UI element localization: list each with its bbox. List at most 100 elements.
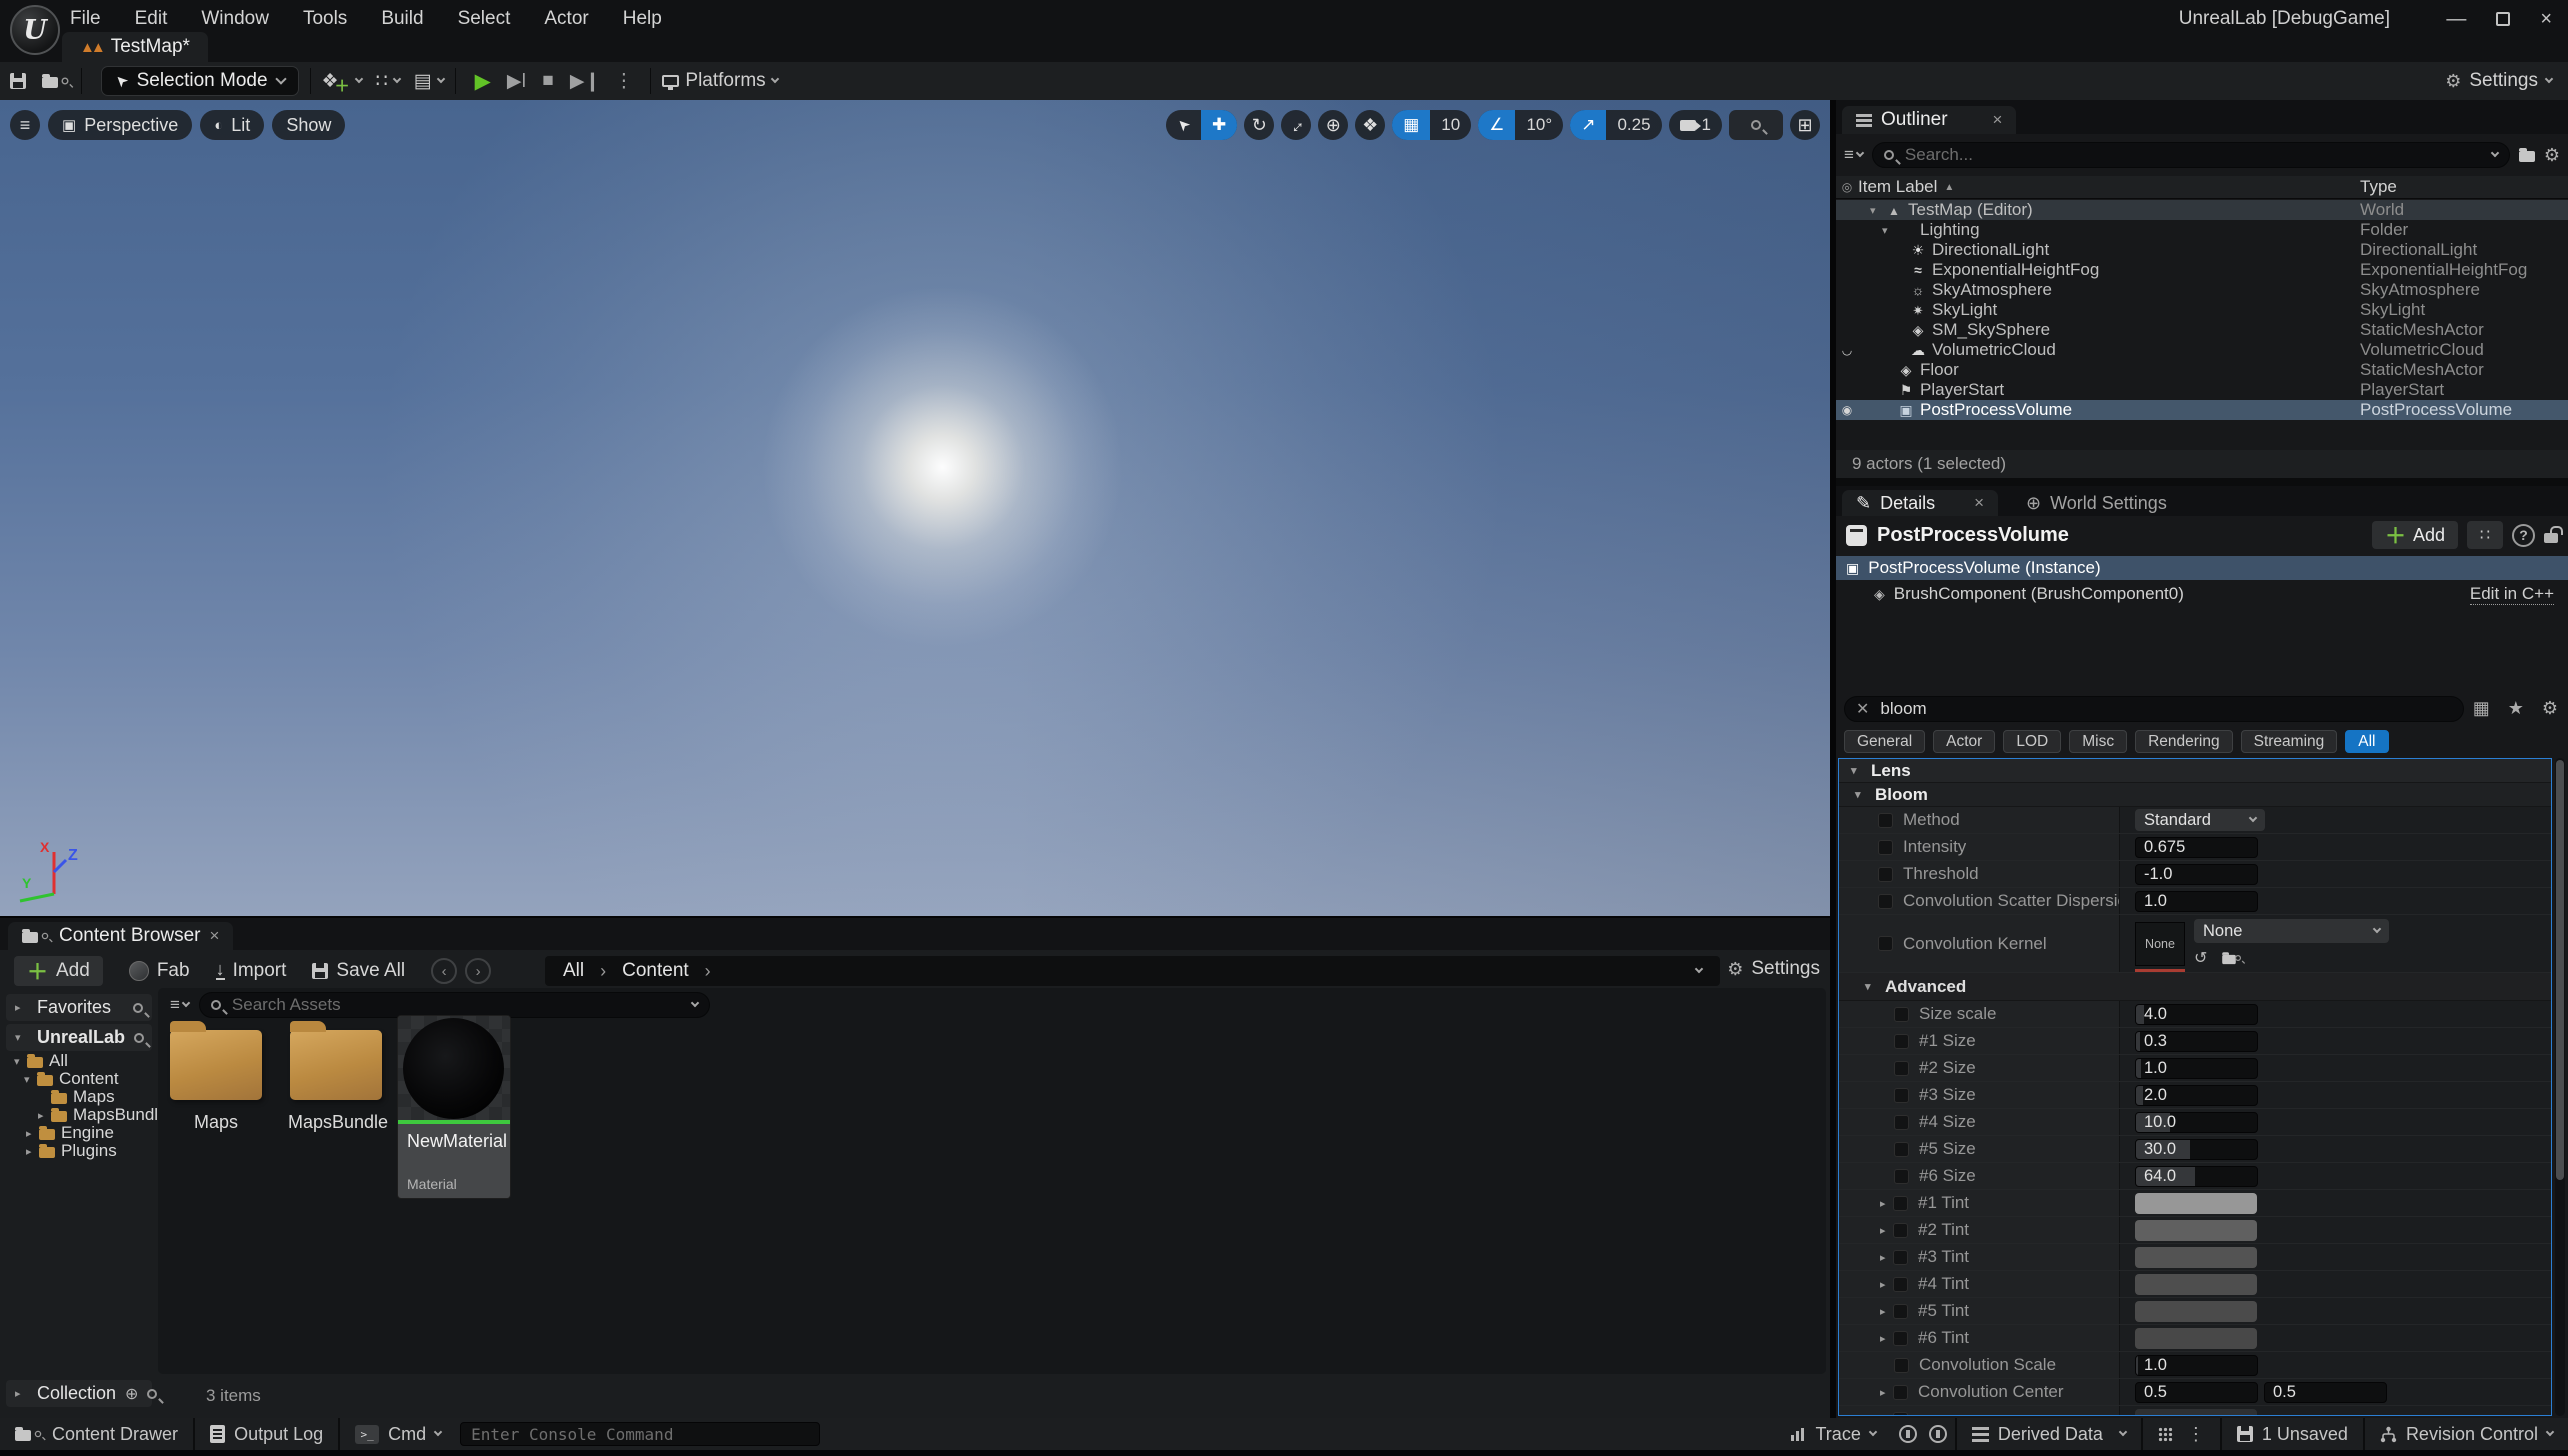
color-swatch[interactable]	[2135, 1274, 2257, 1295]
content-drawer-button[interactable]: Content Drawer	[0, 1418, 193, 1450]
grid-snap-value[interactable]: 10	[1430, 110, 1471, 140]
derived-data-dropdown[interactable]: Derived Data	[1957, 1418, 2141, 1450]
project-root-header[interactable]: ▾UnrealLab	[6, 1024, 152, 1051]
favorites-header[interactable]: ▸Favorites	[6, 994, 152, 1021]
outliner-row[interactable]: ExponentialHeightFog ExponentialHeightFo…	[1836, 260, 2568, 280]
folder-tree-item[interactable]: ▾ Content	[6, 1070, 152, 1088]
save-button[interactable]	[10, 73, 26, 89]
kernel-thumbnail[interactable]: None	[2135, 922, 2185, 966]
numeric-slider-input[interactable]: 2.0	[2135, 1085, 2258, 1106]
menu-item[interactable]: Tools	[303, 8, 347, 30]
forward-button[interactable]: ›	[465, 958, 491, 984]
folder-tree-item[interactable]: Maps	[6, 1088, 152, 1106]
numeric-slider-input[interactable]: 10.0	[2135, 1112, 2258, 1133]
unsaved-button[interactable]: 1 Unsaved	[2222, 1418, 2363, 1450]
grid-snap-toggle[interactable]: ▦	[1392, 110, 1430, 140]
folder-tree-item[interactable]: ▸ Engine	[6, 1124, 152, 1142]
filter-tab[interactable]: Actor	[1933, 730, 1995, 753]
numeric-slider-input[interactable]: 30.0	[2135, 1139, 2258, 1160]
override-checkbox[interactable]	[1878, 936, 1893, 951]
more-options-icon[interactable]: ⋮	[2187, 1424, 2205, 1445]
expander-icon[interactable]: ▸	[38, 1109, 51, 1122]
memory-grid-icon[interactable]	[2158, 1427, 2173, 1442]
camera-speed-button[interactable]: 1	[1669, 110, 1722, 140]
use-selected-asset-icon[interactable]: ↺	[2194, 948, 2207, 968]
close-icon[interactable]: ×	[1993, 110, 2003, 130]
insights-gauge-icon[interactable]	[1899, 1425, 1917, 1443]
folder-tree-item[interactable]: ▾ All	[6, 1052, 152, 1070]
add-component-button[interactable]: ＋Add	[2372, 521, 2458, 549]
selection-mode-dropdown[interactable]: ➤ Selection Mode	[101, 66, 299, 96]
visibility-eye-icon[interactable]: ◡	[1836, 343, 1858, 357]
blueprints-button[interactable]: ∷	[376, 70, 400, 93]
section-lens[interactable]: ▾Lens	[1839, 759, 2551, 783]
trace-dropdown[interactable]: Trace	[1775, 1418, 1890, 1450]
override-checkbox[interactable]	[1878, 894, 1893, 909]
close-icon[interactable]: ×	[210, 926, 220, 946]
expander-icon[interactable]: ▸	[1880, 1305, 1893, 1318]
expander-icon[interactable]: ▸	[1880, 1197, 1893, 1210]
create-folder-icon[interactable]	[2519, 148, 2535, 162]
outliner-row[interactable]: PlayerStart PlayerStart	[1836, 380, 2568, 400]
override-checkbox[interactable]	[1894, 1169, 1909, 1184]
outliner-row[interactable]: DirectionalLight DirectionalLight	[1836, 240, 2568, 260]
play-button[interactable]: ▶	[475, 69, 491, 94]
override-checkbox[interactable]	[1878, 867, 1893, 882]
section-bloom[interactable]: ▾Bloom	[1839, 783, 2551, 807]
breadcrumb-root[interactable]: All	[563, 960, 584, 982]
outliner-row[interactable]: SM_SkySphere StaticMeshActor	[1836, 320, 2568, 340]
override-checkbox[interactable]	[1893, 1331, 1908, 1346]
numeric-slider-input[interactable]: 4.0	[2135, 1004, 2258, 1025]
scale-tool-button[interactable]: ↔	[1281, 110, 1311, 140]
details-tab[interactable]: ✎ Details ×	[1842, 490, 1998, 516]
color-swatch[interactable]	[2135, 1328, 2257, 1349]
color-swatch[interactable]	[2135, 1220, 2257, 1241]
select-tool-button[interactable]: ➤	[1166, 110, 1201, 140]
color-swatch[interactable]	[2135, 1193, 2257, 1214]
details-settings-icon[interactable]: ⚙	[2542, 698, 2558, 719]
path-dropdown-icon[interactable]	[1695, 965, 1703, 973]
override-checkbox[interactable]	[1894, 1061, 1909, 1076]
scale-snap-toggle[interactable]: ↗	[1570, 110, 1606, 140]
numeric-input[interactable]: 0.675	[2135, 837, 2258, 858]
filter-tab[interactable]: Misc	[2069, 730, 2127, 753]
rotation-snap-value[interactable]: 10°	[1515, 110, 1563, 140]
cb-add-button[interactable]: ＋Add	[14, 956, 103, 986]
surface-snap-button[interactable]: ❖	[1355, 110, 1385, 140]
filter-tab[interactable]: Streaming	[2241, 730, 2338, 753]
timing-gauge-icon[interactable]	[1929, 1425, 1947, 1443]
outliner-search-box[interactable]	[1872, 142, 2510, 168]
settings-dropdown[interactable]: ⚙ Settings	[2445, 70, 2552, 92]
outliner-row[interactable]: ▾ TestMap (Editor) World	[1836, 200, 2568, 220]
asset-folder-mapsbundle[interactable]: MapsBundle	[288, 1016, 384, 1133]
back-button[interactable]: ‹	[431, 958, 457, 984]
override-checkbox[interactable]	[1894, 1007, 1909, 1022]
import-button[interactable]: ↓Import	[216, 960, 287, 982]
vector-x-input[interactable]: 0.5	[2135, 1382, 2258, 1403]
asset-search-input[interactable]	[230, 994, 683, 1016]
breadcrumb-current[interactable]: Content	[622, 960, 689, 982]
platforms-dropdown[interactable]: Platforms	[662, 70, 777, 92]
expander-icon[interactable]: ▸	[26, 1127, 39, 1140]
cmd-dropdown[interactable]: >_ Cmd	[340, 1418, 456, 1450]
expander-icon[interactable]: ▸	[1880, 1332, 1893, 1345]
unreal-logo-icon[interactable]: U	[10, 5, 60, 55]
override-checkbox[interactable]	[1878, 840, 1893, 855]
override-checkbox[interactable]	[1893, 1196, 1908, 1211]
component-row-brush[interactable]: ◈ BrushComponent (BrushComponent0) Edit …	[1836, 582, 2568, 606]
override-checkbox[interactable]	[1894, 1142, 1909, 1157]
help-icon[interactable]: ?	[2512, 524, 2535, 547]
expander-icon[interactable]: ▸	[1880, 1251, 1893, 1264]
collection-header[interactable]: ▸Collection ⊕	[6, 1380, 152, 1407]
filter-tab[interactable]: Rendering	[2135, 730, 2233, 753]
asset-grid[interactable]: ≡ Maps MapsBundle NewMaterial Material	[158, 988, 1826, 1374]
viewport-options-button[interactable]: ≡	[10, 110, 40, 140]
browse-to-asset-icon[interactable]	[2221, 951, 2243, 965]
outliner-row[interactable]: Floor StaticMeshActor	[1836, 360, 2568, 380]
override-checkbox[interactable]	[1894, 1358, 1909, 1373]
filter-tab[interactable]: General	[1844, 730, 1925, 753]
minimize-button[interactable]: —	[2446, 8, 2466, 31]
override-checkbox[interactable]	[1893, 1277, 1908, 1292]
maximize-viewport-button[interactable]: ⊞	[1790, 110, 1820, 140]
clear-search-icon[interactable]: ✕	[1856, 699, 1869, 719]
